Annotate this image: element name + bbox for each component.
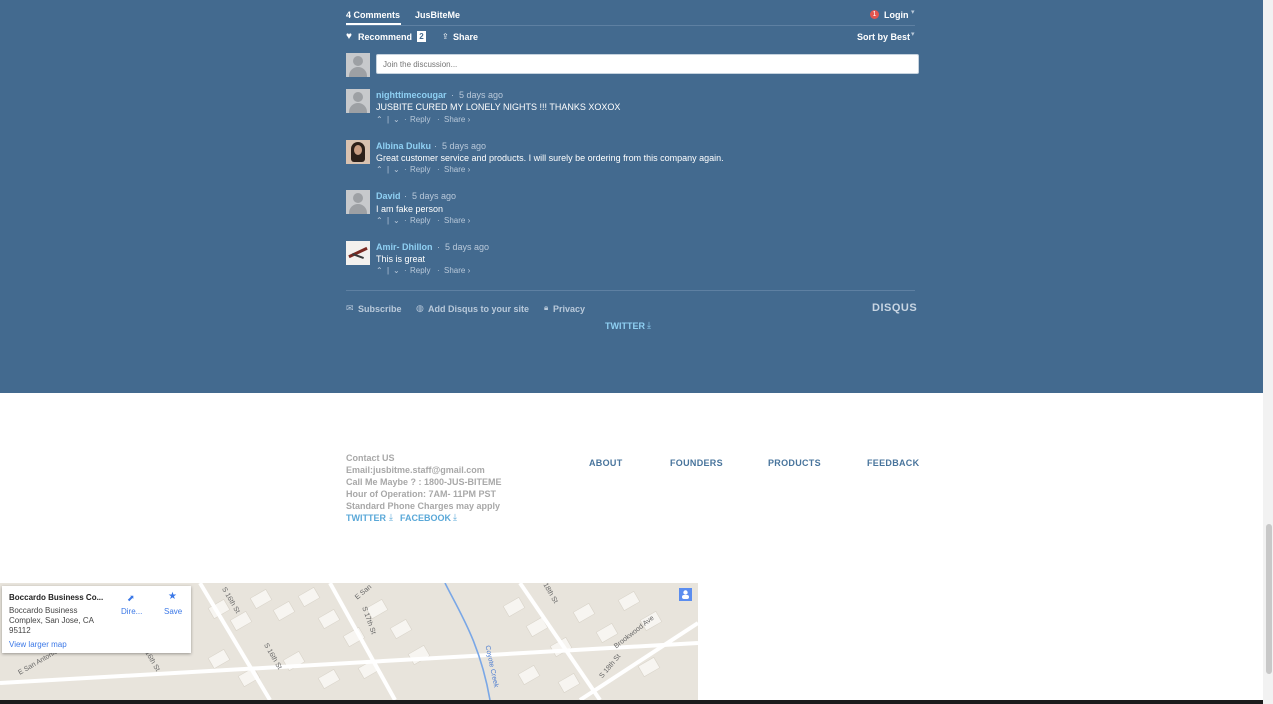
place-address-line: Boccardo Business — [9, 606, 78, 615]
comment-dot: · — [434, 141, 437, 151]
comment-avatar[interactable] — [346, 140, 370, 164]
join-discussion-input[interactable] — [376, 54, 919, 74]
action-dot: · — [404, 266, 407, 275]
scrollbar-thumb[interactable] — [1266, 524, 1272, 674]
download-icon: ⤓ — [647, 320, 651, 330]
directions-link[interactable]: Dire... — [121, 607, 142, 616]
download-icon: ⤓ — [453, 512, 457, 522]
map-place-card: Boccardo Business Co... Boccardo Busines… — [2, 586, 191, 653]
recommend-count-badge: 2 — [417, 31, 426, 42]
comment-author[interactable]: David — [376, 191, 401, 201]
downvote-icon[interactable]: ⌄ — [393, 165, 400, 174]
action-dot: · — [437, 216, 440, 225]
comment-dot: · — [437, 242, 440, 252]
share-link[interactable]: Share › — [444, 165, 470, 174]
upvote-icon[interactable]: ⌃ — [376, 165, 383, 174]
reply-link[interactable]: Reply — [410, 165, 430, 174]
sort-chevron-icon: ▾ — [911, 31, 915, 38]
download-icon: ⤓ — [389, 512, 393, 522]
comment-avatar[interactable] — [346, 190, 370, 214]
place-title: Boccardo Business Co... — [9, 593, 104, 602]
comment-dot: · — [404, 191, 407, 201]
privacy-link[interactable]: Privacy — [553, 304, 585, 314]
recommend-button[interactable]: Recommend — [358, 32, 412, 42]
comment-author[interactable]: Amir- Dhillon — [376, 242, 433, 252]
comment-author[interactable]: nighttimecougar — [376, 90, 447, 100]
action-dot: · — [404, 115, 407, 124]
vote-separator: | — [387, 266, 390, 275]
sort-dropdown[interactable]: Sort by Best — [857, 32, 910, 42]
share-link[interactable]: Share › — [444, 216, 470, 225]
add-disqus-link[interactable]: Add Disqus to your site — [428, 304, 529, 314]
comment-time[interactable]: 5 days ago — [442, 141, 486, 151]
reply-link[interactable]: Reply — [410, 266, 430, 275]
reply-link[interactable]: Reply — [410, 216, 430, 225]
envelope-icon: ✉ — [346, 303, 354, 313]
share-link[interactable]: Share › — [444, 115, 470, 124]
phone-charges-note: Standard Phone Charges may apply — [346, 501, 501, 511]
nav-products[interactable]: PRODUCTS — [768, 458, 821, 468]
comment-text: Great customer service and products. I w… — [376, 153, 724, 163]
downvote-icon[interactable]: ⌄ — [393, 266, 400, 275]
action-dot: · — [404, 216, 407, 225]
share-button[interactable]: Share — [453, 32, 478, 42]
twitter-link[interactable]: TWITTER — [605, 321, 645, 331]
comment-avatar[interactable] — [346, 89, 370, 113]
footer-twitter-link[interactable]: TWITTER — [346, 513, 386, 523]
contact-email[interactable]: Email:jusbitme.staff@gmail.com — [346, 464, 485, 476]
place-address-line: 95112 — [9, 626, 31, 635]
community-tab[interactable]: JusBiteMe — [415, 10, 460, 20]
share-link[interactable]: Share › — [444, 266, 470, 275]
downvote-icon[interactable]: ⌄ — [393, 115, 400, 124]
contact-title: Contact US — [346, 453, 395, 463]
login-button[interactable]: Login — [884, 10, 909, 20]
action-dot: · — [437, 266, 440, 275]
downvote-icon[interactable]: ⌄ — [393, 216, 400, 225]
comment-text: JUSBITE CURED MY LONELY NIGHTS !!! THANK… — [376, 102, 621, 112]
nav-feedback[interactable]: FEEDBACK — [867, 458, 919, 468]
action-dot: · — [437, 115, 440, 124]
share-icon: ⇪ — [442, 32, 449, 41]
comment-dot: · — [451, 90, 454, 100]
star-icon[interactable]: ★ — [168, 591, 177, 602]
vote-separator: | — [387, 115, 390, 124]
action-dot: · — [404, 165, 407, 174]
action-dot: · — [437, 165, 440, 174]
comment-avatar[interactable] — [346, 241, 370, 265]
comment-time[interactable]: 5 days ago — [459, 90, 503, 100]
comments-count-tab[interactable]: 4 Comments — [346, 10, 400, 20]
reply-link[interactable]: Reply — [410, 115, 430, 124]
hours-of-operation: Hour of Operation: 7AM- 11PM PST — [346, 489, 497, 499]
save-link[interactable]: Save — [164, 607, 182, 616]
comment-text: This is great — [376, 254, 426, 264]
comment-author[interactable]: Albina Dulku — [376, 141, 431, 151]
comment-time[interactable]: 5 days ago — [445, 242, 489, 252]
subscribe-link[interactable]: Subscribe — [358, 304, 402, 314]
upvote-icon[interactable]: ⌃ — [376, 266, 383, 275]
upvote-icon[interactable]: ⌃ — [376, 216, 383, 225]
view-larger-map-link[interactable]: View larger map — [9, 640, 67, 649]
disqus-brand-logo[interactable]: DISQUS — [872, 302, 917, 314]
nav-founders[interactable]: FOUNDERS — [670, 458, 723, 468]
notification-badge[interactable]: 1 — [870, 10, 879, 19]
nav-about[interactable]: ABOUT — [589, 458, 623, 468]
header-divider — [346, 25, 915, 26]
directions-icon[interactable]: ⬈ — [127, 593, 135, 604]
heart-icon: ♥ — [346, 31, 352, 42]
login-chevron-icon: ▾ — [911, 9, 915, 16]
disqus-logo-icon: ◍ — [416, 303, 424, 313]
contact-phone: Call Me Maybe ? : 1800-JUS-BITEME — [346, 477, 502, 487]
bottom-window-strip — [0, 700, 1263, 704]
vote-separator: | — [387, 165, 390, 174]
comment-time[interactable]: 5 days ago — [412, 191, 456, 201]
footer-facebook-link[interactable]: FACEBOOK — [400, 513, 451, 523]
place-address-line: Complex, San Jose, CA — [9, 616, 94, 625]
vote-separator: | — [387, 216, 390, 225]
comment-text: I am fake person — [376, 204, 444, 214]
lock-icon: 🔒︎ — [544, 303, 549, 312]
footer-divider — [346, 290, 915, 291]
user-avatar — [346, 53, 370, 77]
upvote-icon[interactable]: ⌃ — [376, 115, 383, 124]
